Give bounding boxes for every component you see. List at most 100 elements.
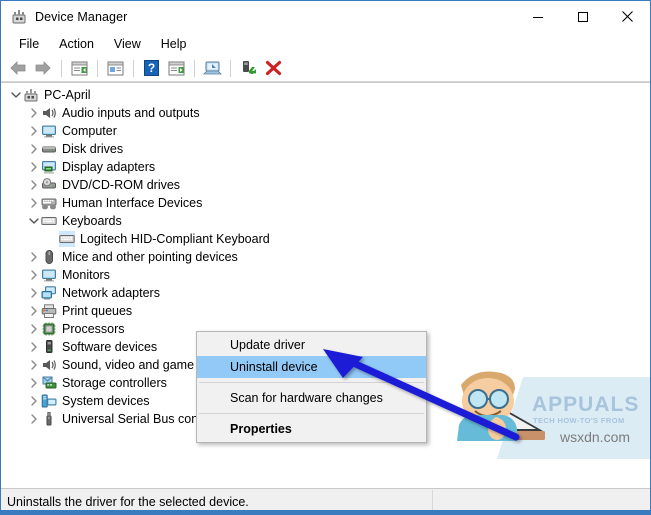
tree-item-label: DVD/CD-ROM drives: [62, 178, 181, 192]
tree-item-label: System devices: [62, 394, 150, 408]
hid-icon: [41, 195, 57, 211]
tree-row[interactable]: DVD/CD-ROM drives: [1, 176, 650, 194]
chevron-right-icon[interactable]: [27, 374, 41, 392]
separator-3: [133, 59, 134, 77]
tree-item-label: Audio inputs and outputs: [62, 106, 200, 120]
tree-item-label: Monitors: [62, 268, 110, 282]
minimize-button[interactable]: [515, 1, 560, 32]
toolbar: ?: [1, 55, 650, 82]
chevron-right-icon[interactable]: [27, 284, 41, 302]
tree-row[interactable]: Network adapters: [1, 284, 650, 302]
context-menu-item[interactable]: Uninstall device: [197, 356, 426, 378]
device-manager-icon: [11, 9, 27, 25]
printer-icon: [41, 303, 57, 319]
tree-row[interactable]: Human Interface Devices: [1, 194, 650, 212]
tree-row[interactable]: Display adapters: [1, 158, 650, 176]
tree-row[interactable]: Computer: [1, 122, 650, 140]
chevron-right-icon[interactable]: [27, 104, 41, 122]
computer-root-icon: [23, 87, 39, 103]
tree-row[interactable]: Monitors: [1, 266, 650, 284]
context-menu-separator: [199, 382, 424, 383]
monitor-icon: [41, 123, 57, 139]
software-device-icon: [41, 339, 57, 355]
separator-1: [61, 59, 62, 77]
chevron-right-icon[interactable]: [27, 320, 41, 338]
show-hide-console-tree-icon[interactable]: [67, 57, 91, 79]
device-manager-window: Device Manager File Action View Help ? P…: [0, 0, 651, 515]
forward-icon[interactable]: [31, 57, 55, 79]
chevron-right-icon[interactable]: [27, 176, 41, 194]
menu-file[interactable]: File: [9, 35, 49, 53]
device-tree-pane: PC-April Audio inputs and outputs Computer…: [1, 82, 650, 488]
keyboard-icon: [41, 213, 57, 229]
watermark-domain: wsxdn.com: [560, 429, 631, 445]
processor-icon: [41, 321, 57, 337]
tree-item-label: Computer: [62, 124, 117, 138]
disk-drive-icon: [41, 141, 57, 157]
context-menu-item[interactable]: Properties: [197, 418, 426, 440]
chevron-down-icon[interactable]: [9, 86, 23, 104]
mouse-icon: [41, 249, 57, 265]
window-bottom-accent: [1, 510, 651, 514]
chevron-right-icon[interactable]: [27, 122, 41, 140]
tree-row[interactable]: Print queues: [1, 302, 650, 320]
separator-2: [97, 59, 98, 77]
tree-item-label: PC-April: [44, 88, 91, 102]
context-menu: Update driver Uninstall device Scan for ha…: [196, 331, 427, 443]
tree-row[interactable]: Logitech HID-Compliant Keyboard: [1, 230, 650, 248]
maximize-button[interactable]: [560, 1, 605, 32]
tree-item-label: Software devices: [62, 340, 158, 354]
menu-bar: File Action View Help: [1, 32, 650, 55]
tree-item-label: Print queues: [62, 304, 133, 318]
chevron-down-icon[interactable]: [27, 212, 41, 230]
tree-row[interactable]: Disk drives: [1, 140, 650, 158]
scan-for-hardware-changes-icon[interactable]: [200, 57, 224, 79]
context-menu-item[interactable]: Scan for hardware changes: [197, 387, 426, 409]
chevron-right-icon[interactable]: [27, 302, 41, 320]
tree-item-label: Display adapters: [62, 160, 156, 174]
show-hide-action-pane-icon[interactable]: [164, 57, 188, 79]
keyboard-device-icon: [59, 231, 75, 247]
storage-controller-icon: [41, 375, 57, 391]
context-menu-item[interactable]: Update driver: [197, 334, 426, 356]
monitor-icon: [41, 267, 57, 283]
tree-row[interactable]: Mice and other pointing devices: [1, 248, 650, 266]
system-device-icon: [41, 393, 57, 409]
menu-help[interactable]: Help: [151, 35, 197, 53]
properties-icon[interactable]: [103, 57, 127, 79]
help-icon[interactable]: ?: [139, 57, 163, 79]
update-driver-icon[interactable]: [236, 57, 260, 79]
tree-item-label: Logitech HID-Compliant Keyboard: [80, 232, 270, 246]
tree-item-label: Mice and other pointing devices: [62, 250, 238, 264]
chevron-right-icon[interactable]: [27, 140, 41, 158]
tree-item-label: Disk drives: [62, 142, 124, 156]
chevron-right-icon[interactable]: [27, 158, 41, 176]
usb-icon: [41, 411, 57, 427]
tree-row-root[interactable]: PC-April: [1, 86, 650, 104]
tree-item-label: Storage controllers: [62, 376, 167, 390]
chevron-right-icon[interactable]: [27, 410, 41, 428]
chevron-right-icon[interactable]: [27, 356, 41, 374]
chevron-placeholder: [45, 230, 59, 248]
uninstall-device-icon[interactable]: [261, 57, 285, 79]
chevron-right-icon[interactable]: [27, 248, 41, 266]
tree-item-label: Keyboards: [62, 214, 122, 228]
display-adapter-icon: [41, 159, 57, 175]
svg-text:?: ?: [147, 61, 154, 75]
tree-row[interactable]: Keyboards: [1, 212, 650, 230]
chevron-right-icon[interactable]: [27, 266, 41, 284]
separator-4: [194, 59, 195, 77]
tree-item-label: Human Interface Devices: [62, 196, 203, 210]
window-controls: [515, 1, 650, 32]
chevron-right-icon[interactable]: [27, 392, 41, 410]
chevron-right-icon[interactable]: [27, 338, 41, 356]
separator-5: [230, 59, 231, 77]
optical-drive-icon: [41, 177, 57, 193]
chevron-right-icon[interactable]: [27, 194, 41, 212]
back-icon[interactable]: [6, 57, 30, 79]
close-button[interactable]: [605, 1, 650, 32]
menu-view[interactable]: View: [104, 35, 151, 53]
menu-action[interactable]: Action: [49, 35, 104, 53]
title-bar: Device Manager: [1, 1, 650, 32]
tree-row[interactable]: Audio inputs and outputs: [1, 104, 650, 122]
